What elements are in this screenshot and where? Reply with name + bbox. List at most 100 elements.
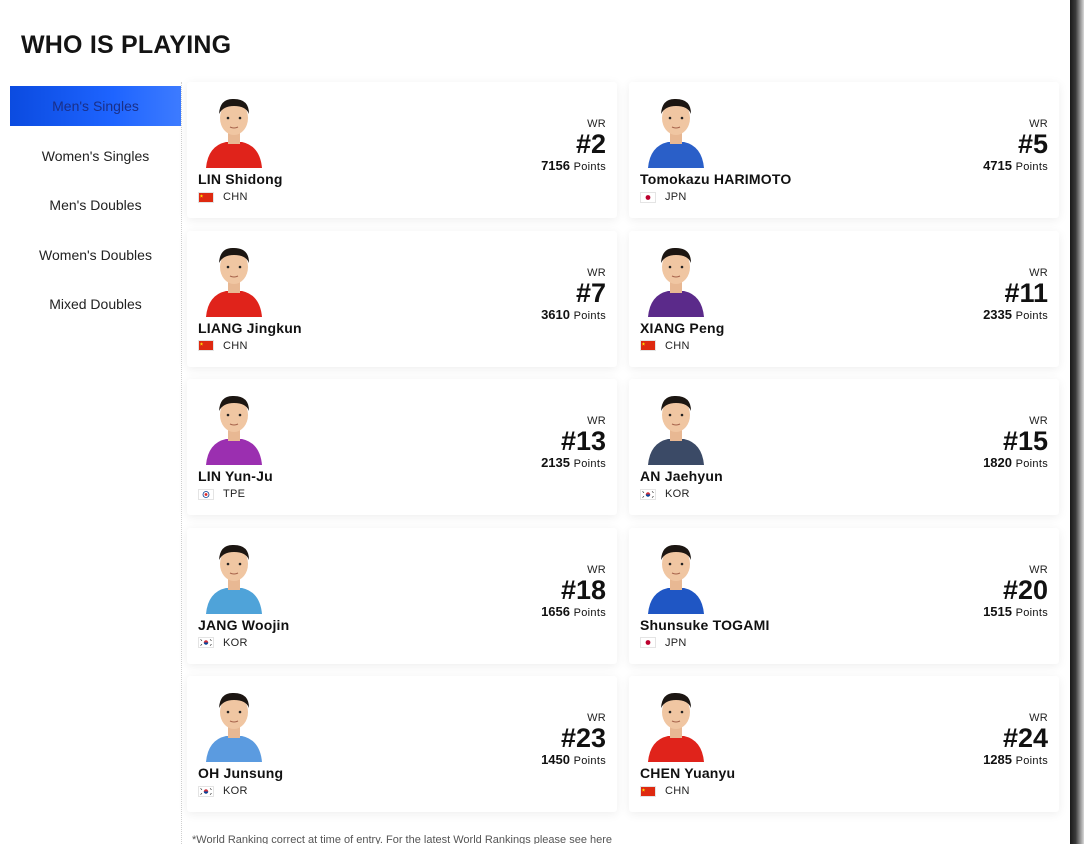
player-card[interactable]: OH Junsung KOR WR #23 1450 Points bbox=[187, 676, 617, 812]
sidebar-item-womens-doubles[interactable]: Women's Doubles bbox=[10, 235, 181, 275]
player-card[interactable]: AN Jaehyun KOR WR #15 1820 Points bbox=[629, 379, 1059, 515]
flag-icon bbox=[198, 488, 214, 500]
player-name[interactable]: CHEN Yuanyu bbox=[640, 765, 735, 781]
world-ranking: WR #15 1820 Points bbox=[983, 415, 1048, 472]
player-name[interactable]: LIANG Jingkun bbox=[198, 320, 302, 336]
country-code: CHN bbox=[223, 191, 248, 203]
player-photo bbox=[644, 94, 708, 168]
points-label: Points bbox=[1015, 606, 1048, 619]
player-photo bbox=[644, 391, 708, 465]
ranking-footnote: *World Ranking correct at time of entry.… bbox=[192, 834, 612, 844]
points-value: 7156 bbox=[541, 158, 570, 173]
player-photo bbox=[644, 540, 708, 614]
country-code: CHN bbox=[665, 785, 690, 797]
points: 4715 Points bbox=[983, 158, 1048, 175]
player-photo bbox=[202, 540, 266, 614]
points-label: Points bbox=[1015, 755, 1048, 767]
world-ranking: WR #7 3610 Points bbox=[541, 267, 606, 324]
rank-value: #13 bbox=[560, 426, 606, 456]
points-value: 1656 bbox=[541, 603, 570, 619]
country-code: TPE bbox=[223, 488, 246, 500]
rank-value: #11 bbox=[1004, 277, 1048, 308]
rank-value: #15 bbox=[1002, 426, 1048, 456]
player-card[interactable]: CHEN Yuanyu CHN WR #24 1285 Points bbox=[629, 676, 1059, 812]
rank-value: #7 bbox=[575, 277, 606, 308]
wr-label: WR bbox=[1029, 266, 1048, 279]
player-photo bbox=[202, 94, 266, 168]
player-name[interactable]: LIN Shidong bbox=[198, 171, 283, 187]
player-country: CHN bbox=[198, 340, 248, 352]
sidebar-item-womens-singles[interactable]: Women's Singles bbox=[10, 136, 181, 176]
player-card[interactable]: Shunsuke TOGAMI JPN WR #20 1515 Points bbox=[629, 527, 1059, 664]
player-name[interactable]: LIN Yun-Ju bbox=[198, 468, 273, 484]
flag-icon bbox=[640, 488, 656, 500]
points: 3610 Points bbox=[541, 307, 606, 324]
player-name[interactable]: Tomokazu HARIMOTO bbox=[640, 171, 791, 187]
points: 1285 Points bbox=[983, 752, 1048, 769]
country-code: KOR bbox=[665, 488, 690, 500]
points-value: 1820 bbox=[983, 455, 1012, 470]
points-value: 3610 bbox=[541, 306, 570, 322]
player-name[interactable]: Shunsuke TOGAMI bbox=[640, 617, 770, 633]
points: 1820 Points bbox=[983, 455, 1048, 472]
country-code: KOR bbox=[223, 785, 248, 797]
sidebar-item-mens-singles[interactable]: Men's Singles bbox=[10, 86, 181, 126]
player-card[interactable]: Tomokazu HARIMOTO JPN WR #5 4715 Points bbox=[629, 82, 1059, 218]
wr-label: WR bbox=[587, 266, 606, 279]
world-ranking: WR #18 1656 Points bbox=[541, 564, 606, 621]
player-card[interactable]: LIN Yun-Ju TPE WR #13 2135 Points bbox=[187, 379, 617, 515]
rankings-link[interactable]: here bbox=[590, 834, 612, 844]
flag-icon bbox=[198, 637, 214, 648]
points: 2335 Points bbox=[983, 307, 1048, 324]
points: 1656 Points bbox=[541, 604, 606, 621]
player-photo bbox=[644, 688, 708, 762]
flag-icon bbox=[198, 191, 214, 203]
rank-value: #2 bbox=[575, 129, 606, 159]
points-value: 2135 bbox=[541, 455, 570, 470]
page: WHO IS PLAYING Men's Singles Women's Sin… bbox=[0, 0, 1070, 844]
player-name[interactable]: AN Jaehyun bbox=[640, 468, 723, 484]
sidebar-item-mixed-doubles[interactable]: Mixed Doubles bbox=[10, 284, 181, 324]
rank-value: #5 bbox=[1017, 129, 1048, 159]
player-country: TPE bbox=[198, 488, 245, 500]
page-title: WHO IS PLAYING bbox=[21, 31, 232, 59]
country-code: KOR bbox=[223, 636, 248, 649]
flag-icon bbox=[198, 340, 214, 351]
player-country: KOR bbox=[198, 637, 248, 649]
world-ranking: WR #23 1450 Points bbox=[541, 712, 606, 769]
window-edge bbox=[1070, 0, 1084, 844]
player-name[interactable]: JANG Woojin bbox=[198, 617, 289, 633]
points: 2135 Points bbox=[541, 455, 606, 472]
world-ranking: WR #2 7156 Points bbox=[541, 118, 606, 175]
world-ranking: WR #20 1515 Points bbox=[983, 564, 1048, 621]
footnote-text: *World Ranking correct at time of entry.… bbox=[192, 834, 591, 844]
player-photo bbox=[202, 243, 266, 317]
country-code: JPN bbox=[665, 636, 687, 649]
player-country: JPN bbox=[640, 637, 687, 649]
category-sidebar: Men's Singles Women's Singles Men's Doub… bbox=[10, 86, 181, 334]
player-name[interactable]: OH Junsung bbox=[198, 765, 283, 781]
points-label: Points bbox=[1015, 458, 1048, 470]
player-card[interactable]: JANG Woojin KOR WR #18 1656 Points bbox=[187, 527, 617, 664]
points-value: 1515 bbox=[983, 603, 1012, 619]
player-card[interactable]: LIN Shidong CHN WR #2 7156 Points bbox=[187, 82, 617, 218]
player-photo bbox=[202, 688, 266, 762]
rank-value: #23 bbox=[560, 723, 606, 753]
flag-icon bbox=[640, 191, 656, 203]
flag-icon bbox=[640, 637, 656, 648]
points: 1515 Points bbox=[983, 604, 1048, 621]
sidebar-divider bbox=[181, 82, 182, 844]
sidebar-item-mens-doubles[interactable]: Men's Doubles bbox=[10, 185, 181, 225]
flag-icon bbox=[198, 785, 214, 797]
player-country: CHN bbox=[640, 785, 690, 797]
player-card[interactable]: XIANG Peng CHN WR #11 2335 Points bbox=[629, 230, 1059, 367]
player-photo bbox=[644, 243, 708, 317]
points-label: Points bbox=[573, 755, 606, 767]
player-country: KOR bbox=[640, 488, 690, 500]
points-label: Points bbox=[573, 309, 606, 322]
player-country: CHN bbox=[198, 191, 248, 203]
world-ranking: WR #5 4715 Points bbox=[983, 118, 1048, 175]
player-card[interactable]: LIANG Jingkun CHN WR #7 3610 Points bbox=[187, 230, 617, 367]
wr-label: WR bbox=[587, 563, 606, 576]
player-name[interactable]: XIANG Peng bbox=[640, 320, 724, 336]
